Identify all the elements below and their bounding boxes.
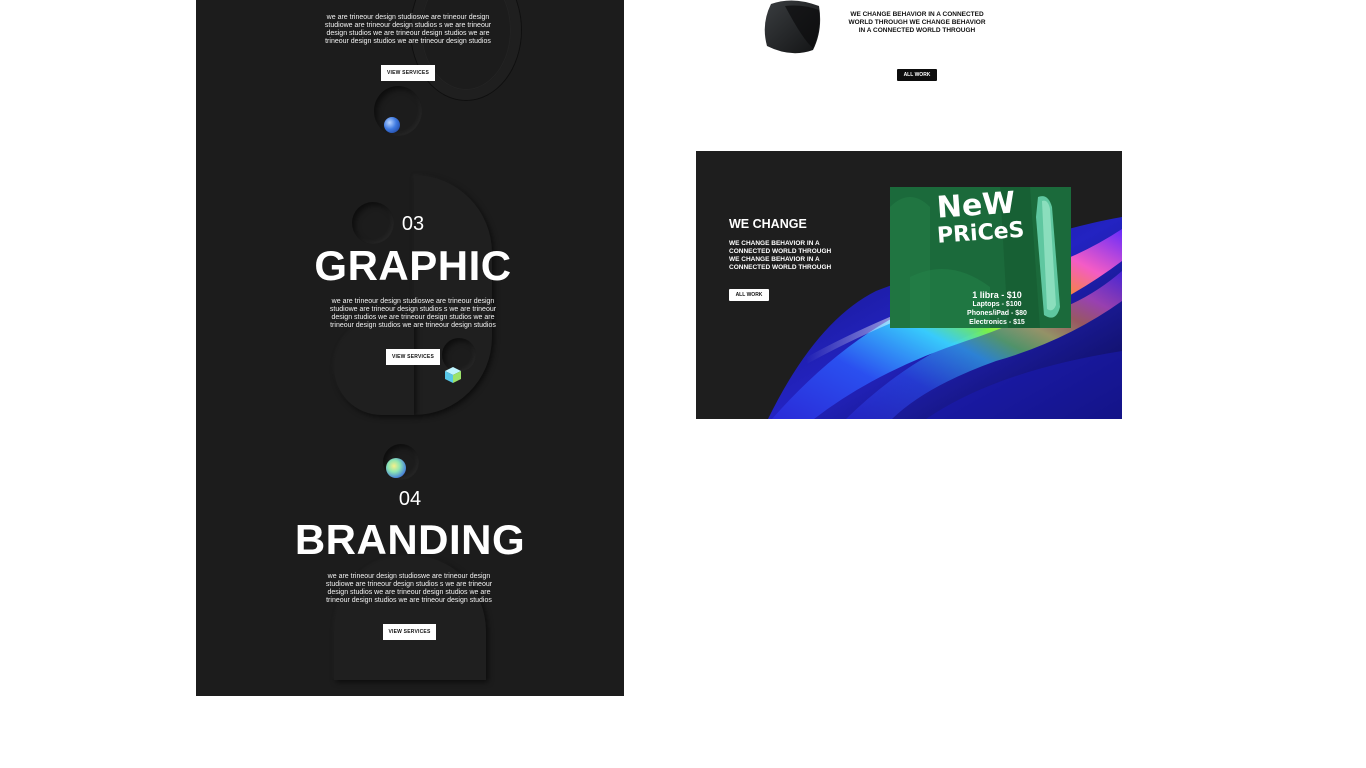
section-title-graphic: GRAPHIC — [314, 242, 512, 289]
intro-paragraph: we are trineour design studioswe are tri… — [324, 14, 492, 45]
poster-title: NeW PRiCeS — [934, 187, 1026, 250]
section-number-03: 03 — [401, 213, 425, 235]
graphic-paragraph: we are trineour design studioswe are tri… — [329, 298, 497, 329]
branding-paragraph: we are trineour design studioswe are tri… — [325, 573, 493, 604]
dark-cube-icon — [764, 0, 821, 54]
price-list: 1 libra - $10 Laptops - $100 Phones/iPad… — [942, 291, 1052, 327]
iridescent-sphere-icon — [386, 458, 406, 478]
section-number-04: 04 — [398, 488, 422, 510]
new-prices-poster: NeW PRiCeS 1 libra - $10 Laptops - $100 … — [890, 187, 1071, 328]
section-title-branding: BRANDING — [294, 516, 526, 563]
price-item: Phones/iPad - $80 — [967, 310, 1027, 317]
card-text: WE CHANGE BEHAVIOR IN A CONNECTED WORLD … — [729, 240, 832, 271]
blue-sphere-icon — [384, 117, 400, 133]
services-panel: we are trineour design studioswe are tri… — [196, 0, 624, 696]
graphic-view-services-button[interactable]: VIEW SERVICES — [386, 349, 440, 365]
view-services-button[interactable]: VIEW SERVICES — [381, 65, 435, 81]
all-work-button-top[interactable]: ALL WORK — [897, 69, 937, 81]
we-change-card: WE CHANGE WE CHANGE BEHAVIOR IN A CONNEC… — [696, 151, 1122, 419]
branding-view-services-button[interactable]: VIEW SERVICES — [383, 624, 436, 640]
card-title: WE CHANGE — [729, 217, 807, 231]
all-work-button-card[interactable]: ALL WORK — [729, 289, 769, 301]
decorative-half-circle-graphic-left — [334, 320, 414, 415]
cube-icon — [445, 367, 461, 383]
price-item: Electronics - $15 — [969, 319, 1025, 326]
price-item: Laptops - $100 — [972, 301, 1022, 308]
price-item: 1 libra - $10 — [972, 290, 1022, 300]
top-tagline: WE CHANGE BEHAVIOR IN A CONNECTED WORLD … — [848, 11, 986, 34]
